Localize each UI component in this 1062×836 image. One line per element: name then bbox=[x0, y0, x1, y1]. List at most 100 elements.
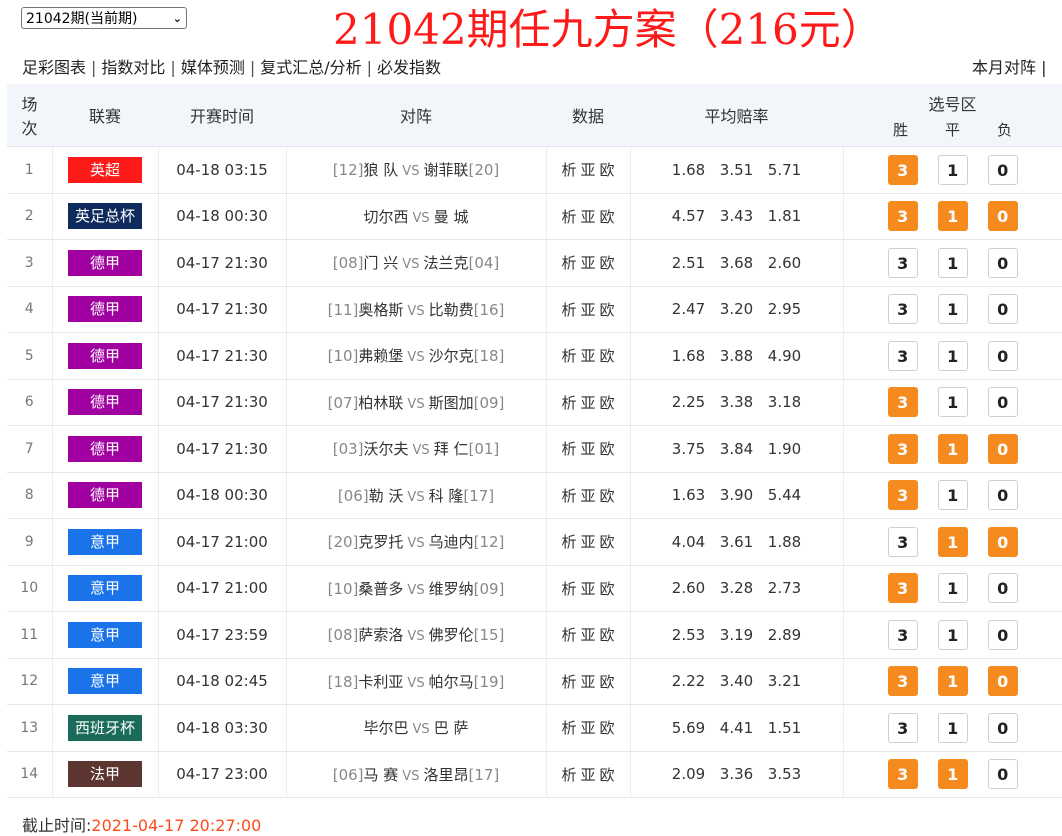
pick-win-button[interactable]: 3 bbox=[887, 480, 918, 511]
analysis-link[interactable]: 析 bbox=[561, 208, 576, 226]
asian-link[interactable]: 亚 bbox=[580, 626, 595, 644]
pick-loss-button[interactable]: 0 bbox=[987, 154, 1018, 185]
asian-link[interactable]: 亚 bbox=[580, 533, 595, 551]
analysis-link[interactable]: 析 bbox=[561, 673, 576, 691]
euro-link[interactable]: 欧 bbox=[600, 161, 615, 179]
pick-loss-button[interactable]: 0 bbox=[987, 759, 1018, 790]
home-team[interactable]: 奥格斯 bbox=[358, 301, 403, 319]
home-team[interactable]: 柏林联 bbox=[358, 394, 403, 412]
asian-link[interactable]: 亚 bbox=[580, 301, 595, 319]
analysis-link[interactable]: 析 bbox=[561, 487, 576, 505]
league-badge[interactable]: 英超 bbox=[68, 156, 142, 183]
euro-link[interactable]: 欧 bbox=[600, 673, 615, 691]
away-team[interactable]: 拜 仁 bbox=[434, 440, 469, 458]
euro-link[interactable]: 欧 bbox=[600, 766, 615, 784]
pick-win-button[interactable]: 3 bbox=[887, 666, 918, 697]
pick-draw-button[interactable]: 1 bbox=[937, 201, 968, 232]
asian-link[interactable]: 亚 bbox=[580, 487, 595, 505]
pick-draw-button[interactable]: 1 bbox=[937, 387, 968, 418]
pick-win-button[interactable]: 3 bbox=[887, 712, 918, 743]
away-team[interactable]: 帕尔马 bbox=[429, 673, 474, 691]
league-badge[interactable]: 西班牙杯 bbox=[68, 714, 142, 741]
away-team[interactable]: 沙尔克 bbox=[429, 347, 474, 365]
league-badge[interactable]: 法甲 bbox=[68, 761, 142, 788]
pick-loss-button[interactable]: 0 bbox=[987, 294, 1018, 325]
asian-link[interactable]: 亚 bbox=[580, 766, 595, 784]
analysis-link[interactable]: 析 bbox=[561, 626, 576, 644]
pick-loss-button[interactable]: 0 bbox=[987, 526, 1018, 557]
league-badge[interactable]: 英足总杯 bbox=[68, 203, 142, 230]
euro-link[interactable]: 欧 bbox=[600, 440, 615, 458]
pick-loss-button[interactable]: 0 bbox=[987, 340, 1018, 371]
pick-draw-button[interactable]: 1 bbox=[937, 712, 968, 743]
nav-link-betfair-index[interactable]: 必发指数 bbox=[377, 58, 441, 77]
asian-link[interactable]: 亚 bbox=[580, 580, 595, 598]
home-team[interactable]: 萨索洛 bbox=[358, 626, 403, 644]
euro-link[interactable]: 欧 bbox=[600, 487, 615, 505]
analysis-link[interactable]: 析 bbox=[561, 394, 576, 412]
away-team[interactable]: 巴 萨 bbox=[434, 719, 469, 737]
pick-win-button[interactable]: 3 bbox=[887, 154, 918, 185]
pick-win-button[interactable]: 3 bbox=[887, 526, 918, 557]
league-badge[interactable]: 德甲 bbox=[68, 249, 142, 276]
analysis-link[interactable]: 析 bbox=[561, 347, 576, 365]
euro-link[interactable]: 欧 bbox=[600, 301, 615, 319]
away-team[interactable]: 曼 城 bbox=[434, 208, 469, 226]
asian-link[interactable]: 亚 bbox=[580, 208, 595, 226]
pick-draw-button[interactable]: 1 bbox=[937, 573, 968, 604]
home-team[interactable]: 克罗托 bbox=[358, 533, 403, 551]
analysis-link[interactable]: 析 bbox=[561, 766, 576, 784]
home-team[interactable]: 勒 沃 bbox=[369, 487, 404, 505]
nav-link-index-compare[interactable]: 指数对比 bbox=[101, 58, 165, 77]
away-team[interactable]: 乌迪内 bbox=[429, 533, 474, 551]
pick-draw-button[interactable]: 1 bbox=[937, 433, 968, 464]
pick-draw-button[interactable]: 1 bbox=[937, 340, 968, 371]
league-badge[interactable]: 德甲 bbox=[68, 296, 142, 323]
pick-draw-button[interactable]: 1 bbox=[937, 154, 968, 185]
pick-loss-button[interactable]: 0 bbox=[987, 480, 1018, 511]
league-badge[interactable]: 德甲 bbox=[68, 435, 142, 462]
pick-loss-button[interactable]: 0 bbox=[987, 247, 1018, 278]
league-badge[interactable]: 意甲 bbox=[68, 668, 142, 695]
euro-link[interactable]: 欧 bbox=[600, 719, 615, 737]
asian-link[interactable]: 亚 bbox=[580, 254, 595, 272]
home-team[interactable]: 毕尔巴 bbox=[364, 719, 409, 737]
analysis-link[interactable]: 析 bbox=[561, 161, 576, 179]
away-team[interactable]: 法兰克 bbox=[423, 254, 468, 272]
analysis-link[interactable]: 析 bbox=[561, 580, 576, 598]
home-team[interactable]: 沃尔夫 bbox=[364, 440, 409, 458]
away-team[interactable]: 谢菲联 bbox=[423, 161, 468, 179]
league-badge[interactable]: 意甲 bbox=[68, 621, 142, 648]
pick-draw-button[interactable]: 1 bbox=[937, 247, 968, 278]
league-badge[interactable]: 意甲 bbox=[68, 528, 142, 555]
asian-link[interactable]: 亚 bbox=[580, 719, 595, 737]
pick-draw-button[interactable]: 1 bbox=[937, 526, 968, 557]
league-badge[interactable]: 德甲 bbox=[68, 389, 142, 416]
asian-link[interactable]: 亚 bbox=[580, 440, 595, 458]
away-team[interactable]: 斯图加 bbox=[429, 394, 474, 412]
analysis-link[interactable]: 析 bbox=[561, 533, 576, 551]
pick-draw-button[interactable]: 1 bbox=[937, 294, 968, 325]
euro-link[interactable]: 欧 bbox=[600, 626, 615, 644]
league-badge[interactable]: 德甲 bbox=[68, 342, 142, 369]
pick-draw-button[interactable]: 1 bbox=[937, 480, 968, 511]
pick-win-button[interactable]: 3 bbox=[887, 433, 918, 464]
analysis-link[interactable]: 析 bbox=[561, 301, 576, 319]
away-team[interactable]: 科 隆 bbox=[429, 487, 464, 505]
pick-loss-button[interactable]: 0 bbox=[987, 387, 1018, 418]
pick-draw-button[interactable]: 1 bbox=[937, 666, 968, 697]
euro-link[interactable]: 欧 bbox=[600, 254, 615, 272]
away-team[interactable]: 维罗纳 bbox=[429, 580, 474, 598]
nav-link-compound-summary[interactable]: 复式汇总/分析 bbox=[260, 58, 361, 77]
league-badge[interactable]: 德甲 bbox=[68, 482, 142, 509]
pick-win-button[interactable]: 3 bbox=[887, 573, 918, 604]
analysis-link[interactable]: 析 bbox=[561, 440, 576, 458]
asian-link[interactable]: 亚 bbox=[580, 347, 595, 365]
pick-win-button[interactable]: 3 bbox=[887, 201, 918, 232]
home-team[interactable]: 桑普多 bbox=[358, 580, 403, 598]
home-team[interactable]: 门 兴 bbox=[364, 254, 399, 272]
euro-link[interactable]: 欧 bbox=[600, 394, 615, 412]
euro-link[interactable]: 欧 bbox=[600, 580, 615, 598]
pick-win-button[interactable]: 3 bbox=[887, 294, 918, 325]
asian-link[interactable]: 亚 bbox=[580, 161, 595, 179]
